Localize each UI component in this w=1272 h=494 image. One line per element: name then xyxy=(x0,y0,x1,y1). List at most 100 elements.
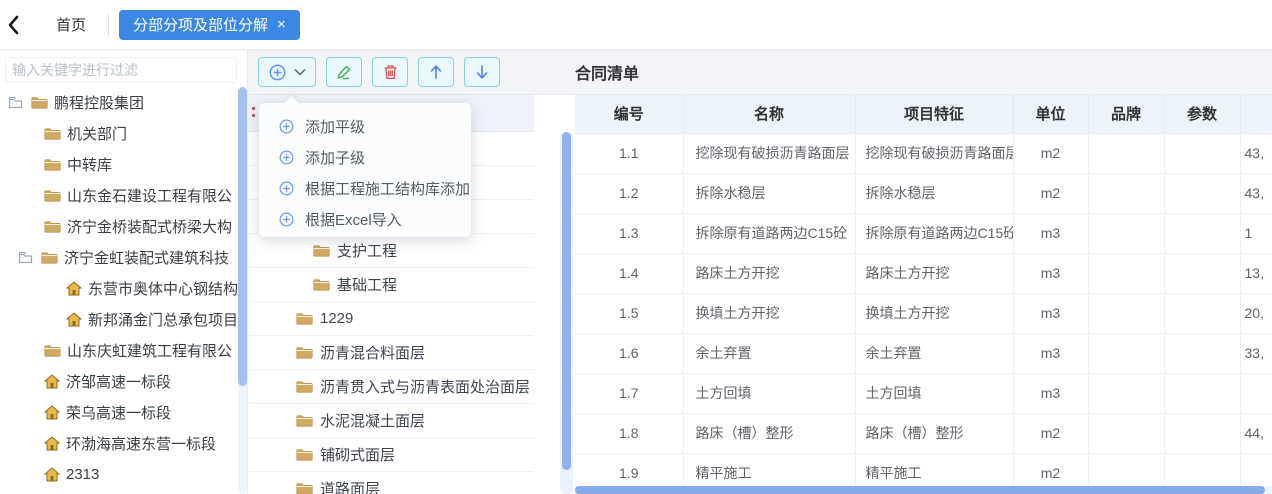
column-header: 单位 xyxy=(1013,95,1088,133)
tree-item-label: 环渤海高速东营一标段 xyxy=(66,433,216,454)
column-header: 参数 xyxy=(1164,95,1240,133)
table-row[interactable]: 1.6余土弃置余土弃置m333, xyxy=(575,333,1272,373)
table-row[interactable]: 1.3拆除原有道路两边C15砼拆除原有道路两边C15砼m31 xyxy=(575,213,1272,253)
plus-circle-icon xyxy=(279,181,294,196)
dropdown-menu-item[interactable]: 添加平级 xyxy=(259,111,471,142)
tab-active-label: 分部分项及部位分解 xyxy=(133,14,268,35)
tree-item[interactable]: 济宁金虹装配式建筑科技 xyxy=(0,242,238,273)
tree-item[interactable]: 中转库 xyxy=(0,149,238,180)
structure-list-item[interactable]: 基础工程 xyxy=(248,268,535,302)
structure-item-label: 沥青贯入式与沥青表面处治面层 xyxy=(320,376,530,397)
folder-icon xyxy=(296,482,313,494)
tree-item[interactable]: 山东金石建设工程有限公 xyxy=(0,180,238,211)
hscrollbar-track[interactable] xyxy=(575,486,1272,494)
house-icon xyxy=(66,281,82,296)
house-icon xyxy=(44,467,60,482)
trash-icon xyxy=(383,64,398,80)
house-icon xyxy=(44,405,60,420)
table-header-row: 编号名称项目特征单位品牌参数变 xyxy=(575,95,1272,133)
tab-active[interactable]: 分部分项及部位分解 × xyxy=(119,10,300,40)
table-row[interactable]: 1.4路床土方开挖路床土方开挖m313, xyxy=(575,253,1272,293)
structure-list-item[interactable]: 铺砌式面层 xyxy=(248,438,535,472)
plus-circle-icon xyxy=(279,150,294,165)
column-header: 名称 xyxy=(683,95,855,133)
back-icon[interactable] xyxy=(0,10,26,40)
hscrollbar-thumb[interactable] xyxy=(575,486,1265,494)
structure-item-label: 水泥混凝土面层 xyxy=(320,410,425,431)
table-cell: m2 xyxy=(1013,133,1088,173)
structure-list-item[interactable]: 水泥混凝土面层 xyxy=(248,404,535,438)
structure-list-item[interactable]: 1229 xyxy=(248,302,535,336)
tree-item[interactable]: 鹏程控股集团 xyxy=(0,87,238,118)
tree-filter-input[interactable] xyxy=(5,57,237,83)
structure-list-item[interactable]: 沥青贯入式与沥青表面处治面层 xyxy=(248,370,535,404)
expand-folder-icon[interactable] xyxy=(8,96,23,109)
table-cell: 余土弃置 xyxy=(683,333,855,373)
folder-icon xyxy=(296,448,313,461)
table-cell xyxy=(1164,293,1240,333)
structure-list-item[interactable]: 沥青混合料面层 xyxy=(248,336,535,370)
sidebar-scrollbar-thumb[interactable] xyxy=(238,87,247,386)
table-cell: 20, xyxy=(1240,293,1272,333)
contract-titlebar: 合同清单 xyxy=(534,50,1272,95)
tree-item[interactable]: 2313 xyxy=(0,459,238,490)
folder-icon xyxy=(296,346,313,359)
table-cell: 换填土方开挖 xyxy=(855,293,1013,333)
tree-item-label: 山东庆虹建筑工程有限公 xyxy=(67,340,232,361)
tree-item[interactable]: 济宁金桥装配式桥梁大构 xyxy=(0,211,238,242)
table-cell: 1.2 xyxy=(575,173,683,213)
table-cell xyxy=(1088,373,1164,413)
table-cell xyxy=(1164,133,1240,173)
tree-item[interactable]: 新邦涌金门总承包项目 xyxy=(0,304,238,335)
folder-icon xyxy=(296,312,313,325)
add-button[interactable] xyxy=(258,57,316,87)
table-cell: m3 xyxy=(1013,333,1088,373)
table-cell: m3 xyxy=(1013,293,1088,333)
table-cell: 43, xyxy=(1240,133,1272,173)
tree-item-label: 新邦涌金门总承包项目 xyxy=(88,309,238,330)
table-cell: 1.6 xyxy=(575,333,683,373)
structure-item-label: 道路面层 xyxy=(320,478,380,494)
tree-item[interactable]: 山东庆虹建筑工程有限公 xyxy=(0,335,238,366)
tree-item-label: 2313 xyxy=(66,466,99,483)
dropdown-menu-item[interactable]: 根据工程施工结构库添加 xyxy=(259,173,471,204)
tree-item[interactable]: 东营市奥体中心钢结构 xyxy=(0,273,238,304)
move-up-button[interactable] xyxy=(418,57,454,87)
table-cell xyxy=(1088,173,1164,213)
table-cell xyxy=(1164,413,1240,453)
dropdown-menu-item[interactable]: 添加子级 xyxy=(259,142,471,173)
folder-icon xyxy=(44,127,61,140)
column-header: 项目特征 xyxy=(855,95,1013,133)
table-scrollbar-thumb[interactable] xyxy=(562,132,571,470)
table-row[interactable]: 1.5换填土方开挖换填土方开挖m320, xyxy=(575,293,1272,333)
table-cell: 拆除水稳层 xyxy=(855,173,1013,213)
expand-folder-icon[interactable] xyxy=(18,251,33,264)
close-icon[interactable]: × xyxy=(277,17,286,32)
table-row[interactable]: 1.7土方回填土方回填m3 xyxy=(575,373,1272,413)
table-body: 1.1挖除现有破损沥青路面层挖除现有破损沥青路面层m243,1.2拆除水稳层拆除… xyxy=(575,133,1272,493)
table-cell xyxy=(1088,413,1164,453)
tree-item[interactable]: 荣乌高速一标段 xyxy=(0,397,238,428)
table-cell: 1.3 xyxy=(575,213,683,253)
structure-list-item[interactable]: 道路面层 xyxy=(248,472,535,494)
tree-item[interactable]: 机关部门 xyxy=(0,118,238,149)
table-cell xyxy=(1088,333,1164,373)
table-cell: 1.5 xyxy=(575,293,683,333)
table-cell xyxy=(1164,373,1240,413)
table-row[interactable]: 1.1挖除现有破损沥青路面层挖除现有破损沥青路面层m243, xyxy=(575,133,1272,173)
table-cell: 1.4 xyxy=(575,253,683,293)
tree-item[interactable]: 济邹高速一标段 xyxy=(0,366,238,397)
contract-title: 合同清单 xyxy=(575,60,639,84)
dropdown-menu-item[interactable]: 根据Excel导入 xyxy=(259,204,471,235)
tab-home[interactable]: 首页 xyxy=(34,14,108,35)
delete-button[interactable] xyxy=(372,57,408,87)
edit-button[interactable] xyxy=(326,57,362,87)
tree-item[interactable]: 环渤海高速东营一标段 xyxy=(0,428,238,459)
table-cell: m3 xyxy=(1013,373,1088,413)
table-row[interactable]: 1.8路床（槽）整形路床（槽）整形m244, xyxy=(575,413,1272,453)
house-icon xyxy=(44,374,60,389)
table-row[interactable]: 1.2拆除水稳层拆除水稳层m243, xyxy=(575,173,1272,213)
folder-icon xyxy=(296,380,313,393)
structure-list-item[interactable]: 支护工程 xyxy=(248,234,535,268)
move-down-button[interactable] xyxy=(464,57,500,87)
